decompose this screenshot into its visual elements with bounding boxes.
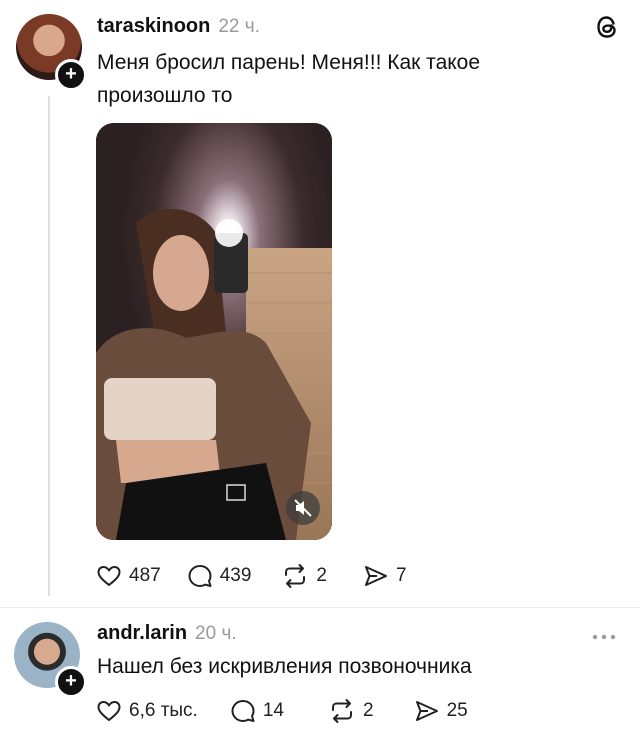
more-icon[interactable]: [590, 628, 618, 640]
threads-logo-icon[interactable]: [594, 14, 620, 40]
reply-timestamp: 20 ч.: [195, 623, 237, 644]
comment-count: 439: [219, 565, 252, 586]
comment-bubble-icon: [188, 565, 212, 587]
heart-icon: [97, 700, 121, 722]
repost-count: 2: [316, 565, 327, 586]
like-count: 6,6 тыс.: [129, 700, 198, 721]
reply-text: Нашел без искривления позвоночника: [97, 655, 472, 678]
comment-bubble-icon: [231, 700, 255, 722]
video-frame: [96, 123, 332, 540]
repost-count: 2: [362, 700, 374, 721]
like-count: 487: [129, 565, 161, 586]
reply: + andr.larin 20 ч. Нашел без искривления …: [0, 608, 640, 737]
post-header: taraskinoon 22 ч.: [97, 15, 260, 38]
share-button[interactable]: 25: [414, 699, 468, 723]
repost-icon: [285, 564, 306, 588]
share-count: 7: [395, 565, 407, 586]
post-actions: 487 439 2 7: [96, 562, 407, 590]
like-button[interactable]: 6,6 тыс.: [96, 699, 198, 723]
repost-button[interactable]: 2: [281, 563, 327, 589]
post: + taraskinoon 22 ч. Меня бросил парень! М…: [0, 0, 640, 605]
follow-plus-icon[interactable]: +: [55, 59, 87, 91]
post-video[interactable]: [96, 123, 332, 540]
reply-username[interactable]: andr.larin: [97, 622, 187, 644]
post-text-line-1: Меня бросил парень! Меня!!! Как такое: [97, 51, 481, 74]
follow-plus-icon[interactable]: +: [55, 666, 87, 698]
heart-icon: [97, 565, 121, 587]
thread-line: [48, 96, 50, 596]
post-username[interactable]: taraskinoon: [97, 15, 210, 37]
post-text-line-2: произошло то: [97, 84, 233, 107]
repost-button[interactable]: 2: [328, 698, 374, 724]
repost-icon: [331, 699, 352, 723]
share-button[interactable]: 7: [363, 564, 407, 588]
comment-count: 14: [262, 700, 284, 721]
reply-actions: 6,6 тыс. 14 2 25: [96, 697, 468, 725]
reply-header: andr.larin 20 ч.: [97, 622, 237, 645]
comment-button[interactable]: 439: [187, 563, 252, 589]
share-count: 25: [446, 700, 468, 721]
send-icon: [415, 701, 438, 721]
post-text: Меня бросил парень! Меня!!! Как такое пр…: [97, 46, 617, 112]
comment-button[interactable]: 14: [230, 698, 284, 724]
muted-speaker-icon[interactable]: [286, 491, 320, 525]
post-timestamp: 22 ч.: [218, 16, 260, 37]
send-icon: [364, 566, 387, 586]
like-button[interactable]: 487: [96, 564, 161, 588]
